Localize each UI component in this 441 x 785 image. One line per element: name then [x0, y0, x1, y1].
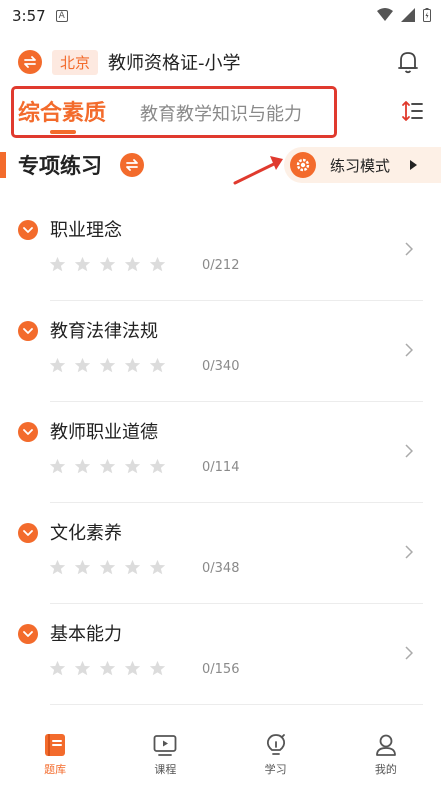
star-icon — [124, 458, 141, 474]
star-icon — [49, 559, 66, 575]
status-time: 3:57 — [12, 7, 46, 25]
app-header: 北京 教师资格证-小学 — [0, 40, 441, 84]
star-icon — [99, 458, 116, 474]
item-title: 教师职业道德 — [50, 422, 158, 443]
star-icon — [99, 559, 116, 575]
lightbulb-icon — [266, 734, 285, 755]
active-tab-indicator — [50, 130, 76, 134]
star-icon — [124, 660, 141, 676]
star-icon — [49, 256, 66, 272]
sort-icon[interactable] — [401, 100, 423, 122]
star-icon — [49, 458, 66, 474]
caret-right-icon — [410, 160, 418, 170]
star-icon — [99, 660, 116, 676]
annotation-arrow-icon — [233, 156, 283, 185]
practice-list: 职业理念 0/212 教育法律法规 0/340 教师职业道德 0/114 文化素… — [0, 200, 441, 705]
star-rating — [49, 458, 166, 475]
chevron-down-icon — [18, 220, 38, 240]
item-progress-count: 0/156 — [202, 662, 240, 677]
nav-course[interactable]: 课程 — [110, 725, 220, 785]
chevron-right-icon[interactable] — [405, 444, 413, 458]
practice-mode-label: 练习模式 — [330, 156, 391, 175]
chevron-right-icon[interactable] — [405, 545, 413, 559]
tab-comprehensive-quality[interactable]: 综合素质 — [18, 95, 106, 127]
swap-icon[interactable] — [18, 50, 42, 74]
exam-title[interactable]: 教师资格证-小学 — [108, 49, 241, 75]
item-title: 教育法律法规 — [50, 321, 158, 342]
section-title: 专项练习 — [18, 154, 102, 178]
bell-icon[interactable] — [397, 50, 419, 74]
star-icon — [99, 357, 116, 373]
signal-icon — [401, 8, 415, 22]
chevron-down-icon — [18, 523, 38, 543]
star-icon — [74, 458, 91, 474]
star-rating — [49, 357, 166, 374]
star-rating — [49, 559, 166, 576]
divider — [50, 704, 423, 705]
star-icon — [124, 357, 141, 373]
star-rating — [49, 256, 166, 273]
practice-mode-button[interactable]: 练习模式 — [284, 147, 441, 183]
list-item[interactable]: 教师职业道德 0/114 — [0, 402, 441, 503]
star-icon — [149, 559, 166, 575]
nav-question-bank[interactable]: 题库 — [0, 725, 110, 785]
chevron-right-icon[interactable] — [405, 343, 413, 357]
list-item[interactable]: 文化素养 0/348 — [0, 503, 441, 604]
star-icon — [149, 357, 166, 373]
nav-profile[interactable]: 我的 — [331, 725, 441, 785]
list-item[interactable]: 基本能力 0/156 — [0, 604, 441, 705]
star-icon — [149, 458, 166, 474]
item-title: 基本能力 — [50, 624, 122, 645]
question-bank-icon — [45, 734, 66, 756]
star-icon — [49, 357, 66, 373]
star-icon — [74, 559, 91, 575]
item-title: 文化素养 — [50, 523, 122, 544]
list-item[interactable]: 职业理念 0/212 — [0, 200, 441, 301]
status-bar: 3:57 A — [0, 0, 441, 32]
star-icon — [124, 256, 141, 272]
star-icon — [74, 256, 91, 272]
star-icon — [49, 660, 66, 676]
section-accent-bar — [0, 152, 6, 178]
chevron-down-icon — [18, 422, 38, 442]
star-icon — [99, 256, 116, 272]
star-icon — [149, 660, 166, 676]
nav-study[interactable]: 学习 — [221, 725, 331, 785]
tab-teaching-knowledge[interactable]: 教育教学知识与能力 — [140, 100, 302, 126]
item-progress-count: 0/348 — [202, 561, 240, 576]
video-course-icon — [153, 735, 177, 756]
chevron-down-icon — [18, 624, 38, 644]
notification-icon: A — [55, 10, 68, 22]
bottom-nav: 题库 课程 学习 我的 — [0, 725, 441, 785]
gear-icon — [290, 152, 316, 178]
nav-label: 题库 — [44, 763, 67, 776]
star-rating — [49, 660, 166, 677]
nav-label: 学习 — [264, 763, 287, 776]
list-item[interactable]: 教育法律法规 0/340 — [0, 301, 441, 402]
chevron-right-icon[interactable] — [405, 242, 413, 256]
city-badge[interactable]: 北京 — [52, 49, 99, 75]
profile-icon — [375, 734, 396, 756]
item-progress-count: 0/212 — [202, 258, 240, 273]
status-icons — [377, 8, 431, 22]
nav-label: 我的 — [374, 763, 397, 776]
chevron-down-icon — [18, 321, 38, 341]
chevron-right-icon[interactable] — [405, 646, 413, 660]
wifi-icon — [377, 8, 393, 21]
star-icon — [149, 256, 166, 272]
item-progress-count: 0/114 — [202, 460, 240, 475]
item-progress-count: 0/340 — [202, 359, 240, 374]
star-icon — [124, 559, 141, 575]
item-title: 职业理念 — [50, 220, 122, 241]
star-icon — [74, 357, 91, 373]
section-swap-icon[interactable] — [120, 153, 144, 177]
nav-label: 课程 — [154, 763, 177, 776]
star-icon — [74, 660, 91, 676]
battery-icon — [423, 8, 431, 22]
